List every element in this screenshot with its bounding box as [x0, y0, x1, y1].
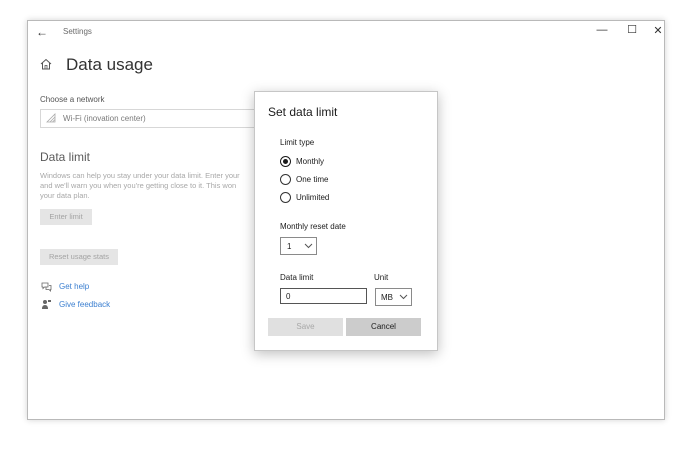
chevron-down-icon — [304, 243, 313, 249]
description-line: and we'll warn you when you're getting c… — [40, 181, 237, 190]
cancel-button[interactable]: Cancel — [346, 318, 421, 336]
give-feedback-link[interactable]: Give feedback — [59, 300, 110, 309]
limit-type-label: Limit type — [280, 138, 315, 147]
back-arrow-icon[interactable]: ← — [36, 25, 48, 39]
reset-date-select[interactable]: 1 — [280, 237, 317, 255]
app-title: Settings — [63, 27, 92, 36]
radio-button[interactable] — [280, 192, 291, 203]
radio-label-unlimited: Unlimited — [296, 193, 330, 202]
unit-select[interactable]: MB — [375, 288, 412, 306]
chevron-down-icon — [399, 294, 408, 300]
radio-label-one-time: One time — [296, 175, 329, 184]
help-chat-icon — [41, 282, 52, 292]
reset-usage-stats-button[interactable]: Reset usage stats — [40, 249, 118, 265]
close-button[interactable]: ✕ — [650, 24, 666, 37]
data-limit-heading: Data limit — [40, 150, 91, 164]
data-limit-input[interactable] — [280, 288, 367, 304]
unit-label: Unit — [374, 273, 389, 282]
set-data-limit-dialog: Set data limit Limit type Monthly One ti… — [254, 91, 438, 351]
reset-date-value: 1 — [287, 242, 292, 251]
wifi-icon — [46, 113, 56, 123]
data-limit-description: Windows can help you stay under your dat… — [40, 171, 265, 201]
give-feedback-row[interactable]: Give feedback — [41, 299, 131, 311]
save-button[interactable]: Save — [268, 318, 343, 336]
get-help-row[interactable]: Get help — [41, 281, 121, 293]
radio-monthly[interactable]: Monthly — [280, 156, 350, 168]
maximize-button[interactable]: ☐ — [624, 23, 640, 36]
enter-limit-button[interactable]: Enter limit — [40, 209, 92, 225]
get-help-link[interactable]: Get help — [59, 282, 89, 291]
description-line: Windows can help you stay under your dat… — [40, 171, 240, 180]
minimize-button[interactable]: — — [594, 24, 610, 36]
choose-network-label: Choose a network — [40, 95, 105, 104]
home-icon — [40, 58, 52, 70]
title-bar: ← Settings — ☐ ✕ — [28, 21, 664, 43]
radio-button[interactable] — [280, 174, 291, 185]
radio-one-time[interactable]: One time — [280, 174, 350, 186]
data-limit-label: Data limit — [280, 273, 314, 282]
feedback-person-icon — [42, 300, 51, 309]
page-title: Data usage — [66, 55, 153, 74]
unit-value: MB — [381, 293, 393, 302]
radio-button-checked[interactable] — [280, 156, 291, 167]
radio-label-monthly: Monthly — [296, 157, 325, 166]
description-line: your data plan. — [40, 191, 90, 200]
dialog-title: Set data limit — [268, 105, 338, 119]
network-value: Wi-Fi (inovation center) — [63, 114, 146, 123]
reset-date-label: Monthly reset date — [280, 222, 346, 231]
radio-unlimited[interactable]: Unlimited — [280, 192, 350, 204]
network-select[interactable]: Wi-Fi (inovation center) — [40, 109, 272, 128]
